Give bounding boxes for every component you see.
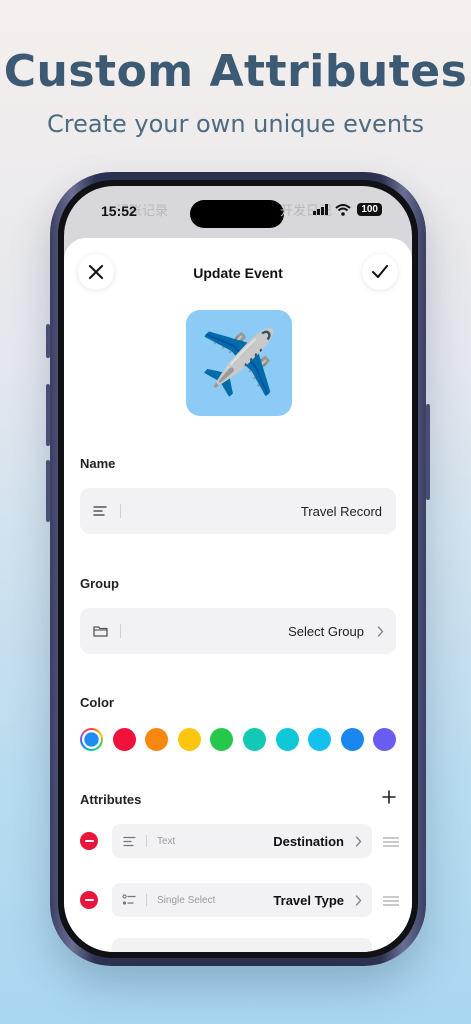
- drag-handle[interactable]: [382, 835, 400, 853]
- color-swatch[interactable]: [177, 728, 201, 751]
- chevron-right-icon: [355, 835, 361, 847]
- attribute-item[interactable]: Single Select Travel Type: [112, 883, 372, 917]
- attribute-row: Single Select Travel Type: [80, 883, 402, 917]
- subheadline: Create your own unique events: [47, 110, 424, 138]
- screen: 记账记录 15:52 开发日记 100 Update Event ✈️ Name…: [64, 186, 412, 952]
- confirm-button[interactable]: [362, 254, 398, 290]
- attribute-row: Text Destination: [80, 824, 402, 858]
- attributes-label: Attributes: [80, 792, 142, 807]
- attribute-type: Single Select: [157, 894, 216, 906]
- color-swatch[interactable]: [210, 728, 234, 751]
- phone-frame: 记账记录 15:52 开发日记 100 Update Event ✈️ Name…: [46, 172, 430, 966]
- sheet-title: Update Event: [193, 265, 283, 281]
- action-button: [46, 324, 50, 358]
- color-label: Color: [80, 695, 114, 710]
- name-field[interactable]: Travel Record: [80, 488, 396, 534]
- volume-up-button: [46, 384, 50, 446]
- group-selector[interactable]: Select Group: [80, 608, 396, 654]
- name-value: Travel Record: [300, 503, 382, 519]
- color-swatch[interactable]: [145, 728, 169, 751]
- event-emoji-picker[interactable]: ✈️: [186, 310, 292, 416]
- text-align-icon: [93, 506, 107, 516]
- battery-indicator: 100: [357, 203, 382, 216]
- phone-bezel: 记账记录 15:52 开发日记 100 Update Event ✈️ Name…: [58, 180, 418, 958]
- update-event-sheet: Update Event ✈️ Name Travel Record Group…: [64, 238, 412, 952]
- text-align-icon: [122, 836, 136, 846]
- chevron-right-icon: [355, 894, 361, 906]
- volume-down-button: [46, 460, 50, 522]
- remove-attribute-button[interactable]: [80, 832, 98, 850]
- headline: Custom Attributes: [3, 46, 468, 97]
- group-value: Select Group: [288, 623, 364, 639]
- folder-icon: [92, 626, 108, 637]
- color-swatch[interactable]: [308, 728, 332, 751]
- status-time: 15:52: [101, 203, 137, 219]
- drag-handle-icon: [383, 896, 399, 906]
- wifi-icon: [335, 203, 351, 216]
- checkmark-icon: [372, 265, 388, 278]
- airplane-icon: ✈️: [200, 328, 278, 398]
- attribute-name: Destination: [273, 833, 344, 849]
- color-swatch[interactable]: [340, 728, 364, 751]
- chevron-right-icon: [377, 625, 383, 637]
- attribute-item[interactable]: Text Destination: [112, 824, 372, 858]
- color-swatch[interactable]: [242, 728, 266, 751]
- power-button: [426, 404, 430, 500]
- attribute-type: Text: [157, 835, 176, 847]
- list-select-icon: [122, 894, 136, 905]
- group-label: Group: [80, 576, 119, 591]
- status-bar: 记账记录 15:52 开发日记 100: [64, 186, 412, 238]
- color-swatch-row: [80, 728, 397, 751]
- signal-icon: [313, 204, 329, 215]
- add-attribute-button[interactable]: [382, 790, 396, 809]
- drag-handle-icon: [383, 837, 399, 847]
- color-swatch[interactable]: [275, 728, 299, 751]
- plus-icon: [382, 790, 396, 804]
- color-swatch[interactable]: [80, 728, 103, 751]
- drag-handle[interactable]: [382, 894, 400, 912]
- color-swatch[interactable]: [112, 728, 136, 751]
- status-icons: 100: [313, 203, 382, 216]
- name-label: Name: [80, 456, 116, 471]
- color-swatch[interactable]: [373, 728, 397, 751]
- remove-attribute-button[interactable]: [80, 891, 98, 909]
- attribute-item-partial: [112, 938, 372, 952]
- dynamic-island: [190, 200, 284, 228]
- attribute-name: Travel Type: [273, 892, 344, 908]
